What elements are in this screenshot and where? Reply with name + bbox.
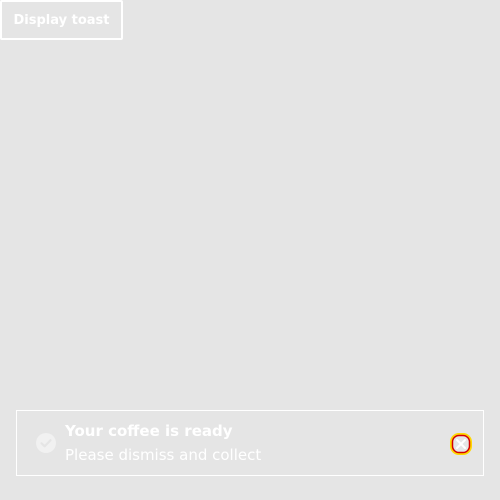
- display-toast-button[interactable]: Display toast: [0, 0, 123, 40]
- toast-title: Your coffee is ready: [65, 422, 233, 440]
- check-circle-icon: [36, 433, 56, 453]
- close-icon: [449, 432, 473, 456]
- page: Display toast Your coffee is ready Pleas…: [0, 0, 500, 500]
- toast-message: Please dismiss and collect: [65, 446, 262, 464]
- toast-dismiss-button[interactable]: [449, 432, 473, 456]
- toast-notification: Your coffee is ready Please dismiss and …: [16, 410, 484, 476]
